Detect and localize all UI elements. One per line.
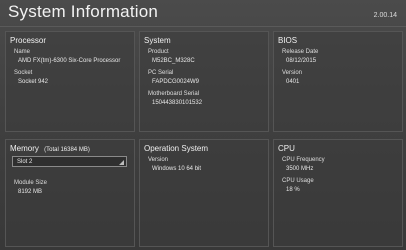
system-panel: System Product M52BC_M328C PC Serial FAP… [139,31,269,132]
processor-panel: Processor Name AMD FX(tm)-6300 Six-Core … [5,31,135,132]
os-panel-title: Operation System [144,144,209,153]
system-mb-serial-label: Motherboard Serial [148,91,200,97]
version-label: 2.00.14 [373,12,397,19]
cpu-frequency-label: CPU Frequency [282,157,325,163]
bios-release-label: Release Date [282,49,319,55]
processor-socket-label: Socket [14,70,33,76]
memory-total: (Total 16384 MB) [44,147,90,153]
memory-slot-selected: Slot 2 [17,159,33,165]
window-title: System Information [8,2,159,21]
os-panel: Operation System Version Windows 10 64 b… [139,139,269,247]
bios-panel-title: BIOS [278,36,298,45]
memory-module-label: Module Size [14,180,48,186]
cpu-frequency-value: 3500 MHz [286,166,314,172]
os-version-value: Windows 10 64 bit [152,166,202,172]
memory-panel: Memory (Total 16384 MB) Slot 2 Module Si… [5,139,135,247]
os-version-label: Version [148,157,169,163]
memory-slot-dropdown[interactable]: Slot 2 [12,156,127,167]
memory-panel-title: Memory (Total 16384 MB) [10,144,90,153]
system-information-window: System Information 2.00.14 Processor Nam… [0,0,406,250]
system-mb-serial-value: 150443830101532 [152,100,203,106]
title-divider [0,26,406,27]
system-product-value: M52BC_M328C [152,58,195,64]
processor-name-label: Name [14,49,31,55]
bios-release-value: 08/12/2015 [286,58,317,64]
cpu-usage-label: CPU Usage [282,178,314,184]
bios-panel: BIOS Release Date 08/12/2015 Version 040… [273,31,403,132]
dropdown-corner-icon [119,160,124,165]
cpu-panel: CPU CPU Frequency 3500 MHz CPU Usage 18 … [273,139,403,247]
system-pc-serial-label: PC Serial [148,70,174,76]
bios-version-label: Version [282,70,303,76]
processor-name-value: AMD FX(tm)-6300 Six-Core Processor [18,58,121,64]
system-pc-serial-value: FAPDCG0024W9 [152,79,200,85]
cpu-panel-title: CPU [278,144,295,153]
memory-title: Memory [10,144,39,153]
bios-version-value: 0401 [286,79,300,85]
processor-socket-value: Socket 942 [18,79,49,85]
memory-module-value: 8192 MB [18,189,43,195]
system-panel-title: System [144,36,171,45]
cpu-usage-value: 18 % [286,187,300,193]
system-product-label: Product [148,49,169,55]
processor-panel-title: Processor [10,36,47,45]
